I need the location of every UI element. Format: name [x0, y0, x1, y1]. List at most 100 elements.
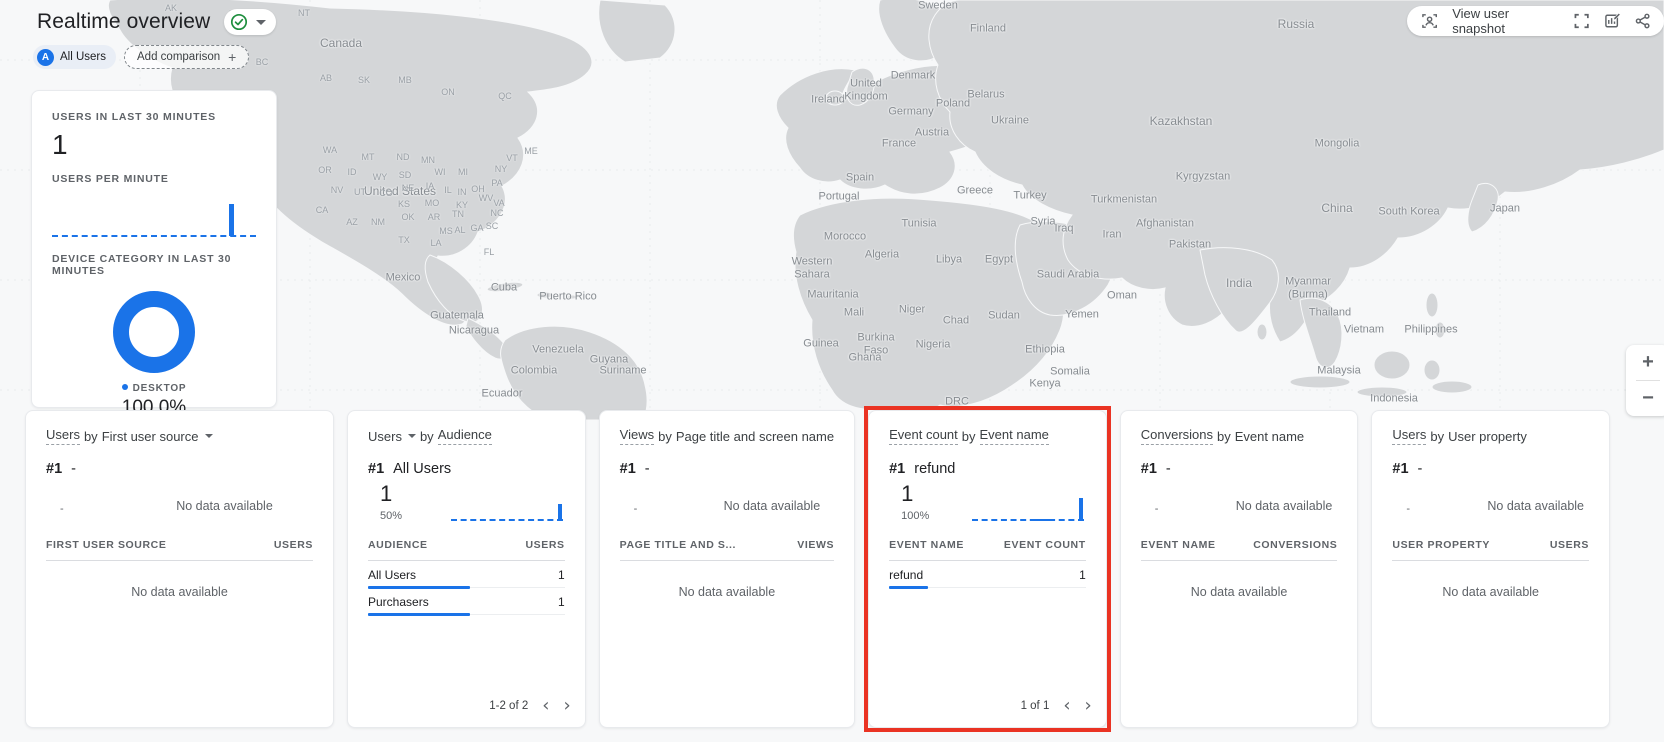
- next-page-icon[interactable]: ›: [1085, 697, 1092, 715]
- by-label: by: [1217, 429, 1231, 444]
- dimension-column-header[interactable]: PAGE TITLE AND S...: [620, 539, 736, 551]
- zoom-out-button[interactable]: −: [1626, 381, 1664, 416]
- metric-label[interactable]: Views: [620, 427, 654, 445]
- table-header: AUDIENCE USERS: [368, 539, 565, 561]
- next-page-icon[interactable]: ›: [563, 697, 570, 715]
- card-title: Event count by Event name: [889, 427, 1086, 445]
- metric-label[interactable]: Event count: [889, 427, 958, 445]
- chevron-down-icon[interactable]: [408, 434, 416, 438]
- top-rank-row: #1 -: [620, 461, 834, 477]
- value-column-header[interactable]: USERS: [274, 539, 313, 551]
- by-label: by: [420, 429, 434, 444]
- metric-label[interactable]: Users: [368, 429, 402, 444]
- row-name: All Users: [368, 568, 416, 582]
- empty-dash: -: [634, 503, 638, 515]
- donut-ring: [113, 291, 195, 373]
- sparkline-baseline: [972, 519, 1084, 521]
- card-title: Users by User property: [1392, 427, 1589, 445]
- table-row[interactable]: Purchasers 1: [368, 588, 565, 615]
- device-donut-chart[interactable]: [52, 291, 256, 373]
- row-value: 1: [1079, 568, 1086, 582]
- card-users-by-audience: Users by Audience #1 All Users 1 50% AUD…: [347, 410, 586, 728]
- value-column-header[interactable]: USERS: [1550, 539, 1589, 551]
- metric-label[interactable]: Users: [1392, 427, 1426, 445]
- rank-number: #1: [889, 461, 905, 477]
- page-title: Realtime overview: [37, 10, 210, 34]
- device-legend: DESKTOP: [52, 383, 256, 394]
- table-row[interactable]: All Users 1: [368, 561, 565, 588]
- top-rank-row: #1 -: [1141, 461, 1338, 477]
- plus-icon: +: [228, 49, 236, 65]
- top-rank-row: #1 All Users: [368, 461, 565, 477]
- map-zoom-controls: + −: [1626, 345, 1664, 416]
- row-value: 1: [558, 568, 565, 582]
- dimension-column-header[interactable]: EVENT NAME: [1141, 539, 1216, 551]
- dimension-column-header[interactable]: EVENT NAME: [889, 539, 964, 551]
- realtime-overview-page: SwedenFinlandRussiaCanadaIrelandUnited K…: [0, 0, 1664, 742]
- value-column-header[interactable]: VIEWS: [797, 539, 834, 551]
- no-data-note: No data available: [1231, 499, 1338, 513]
- sparkline-chart: [972, 481, 1084, 521]
- rank-number: #1: [368, 461, 384, 477]
- card-event-count-by-event-name: Event count by Event name #1 refund 1 10…: [868, 410, 1107, 728]
- prev-page-icon[interactable]: ‹: [542, 697, 549, 715]
- share-icon[interactable]: [1635, 13, 1650, 29]
- chart-baseline: [52, 235, 256, 237]
- row-name: Purchasers: [368, 595, 429, 609]
- top-metric-value: 1: [380, 481, 392, 507]
- metric-label[interactable]: Conversions: [1141, 427, 1213, 445]
- card-views-by-page-title: Views by Page title and screen name #1 -…: [599, 410, 855, 728]
- page-indicator: 1-2 of 2: [489, 700, 528, 712]
- top-rank-row: #1 refund: [889, 461, 1086, 477]
- device-legend-name: DESKTOP: [133, 383, 187, 394]
- snapshot-button-label[interactable]: View user snapshot: [1452, 6, 1560, 36]
- table-header: FIRST USER SOURCE USERS: [46, 539, 313, 561]
- edit-chart-icon[interactable]: [1604, 12, 1621, 30]
- pagination: 1-2 of 2 ‹ ›: [489, 697, 570, 715]
- card-mid-area: - No data available: [620, 477, 834, 529]
- dimension-label[interactable]: Audience: [438, 427, 492, 445]
- metric-label[interactable]: Users: [46, 427, 80, 445]
- chevron-down-icon: [256, 20, 266, 25]
- user-snapshot-icon[interactable]: [1421, 12, 1438, 30]
- card-mid-area: - No data available: [46, 477, 313, 529]
- prev-page-icon[interactable]: ‹: [1063, 697, 1070, 715]
- dimension-label[interactable]: Event name: [980, 427, 1049, 445]
- table-header: EVENT NAME CONVERSIONS: [1141, 539, 1338, 561]
- rank-value: refund: [914, 461, 955, 477]
- dimension-column-header[interactable]: USER PROPERTY: [1392, 539, 1490, 551]
- card-title: Users by First user source: [46, 427, 313, 445]
- sparkline-baseline: [451, 519, 563, 521]
- comparison-avatar: A: [37, 49, 54, 66]
- fullscreen-icon[interactable]: [1574, 13, 1589, 29]
- all-users-chip[interactable]: A All Users: [33, 45, 116, 69]
- rank-number: #1: [46, 461, 62, 477]
- add-comparison-label: Add comparison: [137, 51, 220, 63]
- top-rank-row: #1 -: [1392, 461, 1589, 477]
- report-status-dropdown[interactable]: [224, 9, 276, 35]
- no-data-note: No data available: [1482, 499, 1589, 513]
- card-mid-area: - No data available: [1392, 477, 1589, 529]
- value-column-header[interactable]: CONVERSIONS: [1253, 539, 1337, 551]
- add-comparison-button[interactable]: Add comparison +: [124, 45, 249, 69]
- no-data-body: No data available: [620, 585, 834, 599]
- zoom-in-button[interactable]: +: [1626, 345, 1664, 380]
- value-column-header[interactable]: EVENT COUNT: [1004, 539, 1086, 551]
- no-data-body: No data available: [1141, 585, 1338, 599]
- row-value: 1: [558, 595, 565, 609]
- dimension-label: Event name: [1235, 429, 1304, 444]
- table-header: USER PROPERTY USERS: [1392, 539, 1589, 561]
- rank-value: All Users: [393, 461, 451, 477]
- users-per-minute-chart[interactable]: [52, 195, 256, 239]
- table-row[interactable]: refund 1: [889, 561, 1086, 588]
- users-30min-value: 1: [52, 129, 256, 161]
- check-circle-icon: [230, 13, 248, 31]
- dimension-column-header[interactable]: AUDIENCE: [368, 539, 428, 551]
- chevron-down-icon[interactable]: [205, 434, 213, 438]
- value-column-header[interactable]: USERS: [525, 539, 564, 551]
- dimension-column-header[interactable]: FIRST USER SOURCE: [46, 539, 166, 551]
- table-header: PAGE TITLE AND S... VIEWS: [620, 539, 834, 561]
- pagination: 1 of 1 ‹ ›: [1021, 697, 1092, 715]
- row-bar: [368, 613, 470, 616]
- card-users-by-user-property: Users by User property #1 - - No data av…: [1371, 410, 1610, 728]
